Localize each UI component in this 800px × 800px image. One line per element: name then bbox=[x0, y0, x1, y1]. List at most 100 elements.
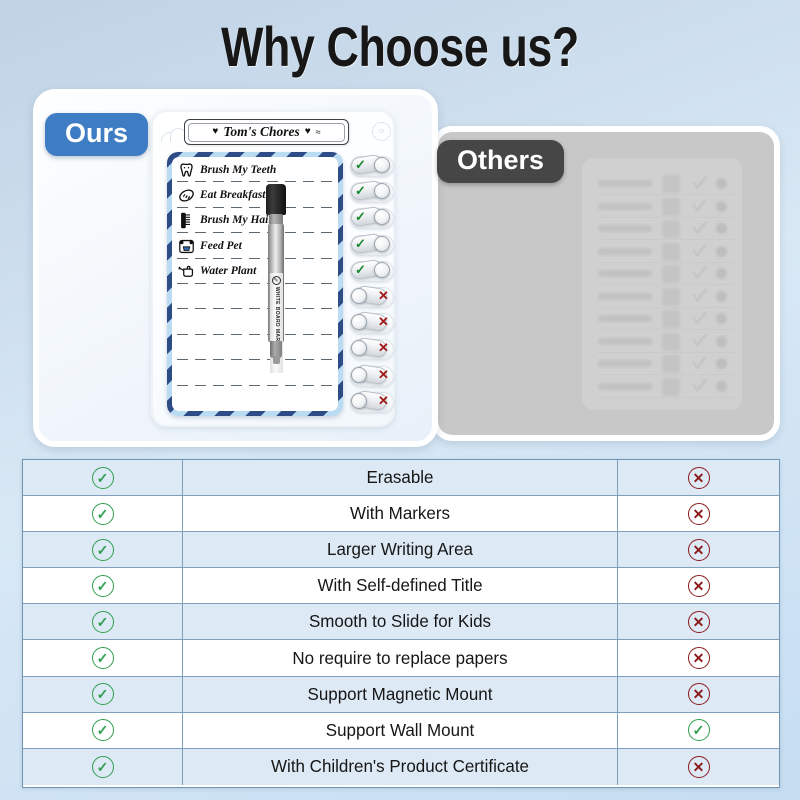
chore-slider-toggle[interactable]: ✓ bbox=[349, 153, 395, 180]
others-blurred-icon bbox=[662, 197, 680, 216]
slider-knob[interactable] bbox=[351, 287, 367, 304]
slider-knob[interactable] bbox=[374, 157, 390, 173]
others-blurred-dot bbox=[716, 380, 727, 392]
heart-icon: ♥ bbox=[212, 126, 219, 137]
feature-label: No require to replace papers bbox=[292, 647, 508, 668]
cross-circle-icon: ✕ bbox=[687, 610, 710, 633]
slider-knob[interactable] bbox=[351, 314, 367, 331]
ours-cell: ✓ bbox=[23, 676, 183, 712]
chore-row[interactable] bbox=[172, 335, 338, 361]
others-blurred-icon bbox=[662, 265, 680, 283]
chore-row[interactable]: Eat Breakfast bbox=[172, 182, 338, 209]
others-blurred-mark bbox=[692, 378, 708, 393]
table-row: ✓ Erasable ✕ bbox=[23, 460, 779, 497]
others-blurred-dot bbox=[716, 268, 727, 279]
chore-slider-toggle[interactable]: ✕ bbox=[349, 389, 395, 416]
feature-label: With Self-defined Title bbox=[317, 575, 483, 596]
chore-slider-toggle[interactable]: ✓ bbox=[349, 258, 395, 285]
others-blurred-text bbox=[598, 315, 652, 322]
check-circle-icon: ✓ bbox=[91, 466, 114, 489]
squiggle-icon: ≈ bbox=[315, 126, 321, 137]
others-blurred-board bbox=[582, 158, 742, 410]
others-blurred-row bbox=[596, 219, 736, 240]
ours-cell: ✓ bbox=[23, 532, 183, 568]
others-cell: ✕ bbox=[617, 532, 779, 568]
others-blurred-row bbox=[596, 309, 736, 330]
ours-badge: Ours bbox=[45, 113, 149, 156]
chore-slider-toggle[interactable]: ✓ bbox=[349, 179, 395, 206]
comb-icon bbox=[177, 211, 196, 229]
chore-label: Water Plant bbox=[200, 265, 257, 278]
chore-row[interactable] bbox=[172, 284, 338, 310]
others-blurred-dot bbox=[716, 358, 727, 369]
others-blurred-mark bbox=[692, 198, 708, 213]
slider-cross-icon: ✕ bbox=[378, 287, 389, 303]
cross-circle-icon: ✕ bbox=[687, 683, 710, 706]
ours-cell: ✓ bbox=[23, 604, 183, 640]
others-blurred-text bbox=[598, 382, 652, 390]
chore-row[interactable] bbox=[172, 386, 338, 411]
chore-row[interactable]: Brush My Teeth bbox=[172, 157, 338, 183]
others-blurred-icon bbox=[662, 242, 680, 261]
feature-label: Support Magnetic Mount bbox=[307, 683, 493, 704]
slider-cross-icon: ✕ bbox=[378, 366, 389, 382]
chore-row[interactable] bbox=[172, 309, 338, 336]
slider-cross-icon: ✕ bbox=[378, 392, 389, 408]
chore-slider-toggle[interactable]: ✕ bbox=[349, 363, 395, 390]
slider-check-icon: ✓ bbox=[355, 235, 366, 251]
others-blurred-text bbox=[598, 202, 652, 210]
others-blurred-mark bbox=[692, 221, 708, 235]
table-row: ✓ Support Wall Mount ✓ bbox=[23, 712, 779, 749]
others-blurred-text bbox=[598, 247, 652, 255]
others-blurred-text bbox=[598, 225, 652, 232]
chore-icon-empty bbox=[177, 364, 196, 382]
cross-circle-icon: ✕ bbox=[687, 647, 710, 670]
others-blurred-row bbox=[596, 377, 736, 398]
check-circle-icon: ✓ bbox=[91, 755, 114, 778]
slider-knob[interactable] bbox=[374, 261, 390, 278]
ours-cell: ✓ bbox=[23, 712, 183, 748]
slider-check-icon: ✓ bbox=[355, 261, 366, 277]
chore-list-frame: Brush My Teeth Eat Breakfast Brush My Hair… bbox=[167, 152, 343, 416]
slider-knob[interactable] bbox=[351, 392, 367, 409]
check-circle-icon: ✓ bbox=[91, 538, 114, 561]
others-blurred-dot bbox=[716, 290, 727, 302]
slider-knob[interactable] bbox=[351, 366, 367, 383]
others-blurred-icon bbox=[662, 377, 680, 396]
chore-slider-toggle[interactable]: ✓ bbox=[349, 206, 395, 232]
others-blurred-row bbox=[596, 242, 736, 263]
ours-cell: ✓ bbox=[23, 640, 183, 676]
feature-label: With Markers bbox=[350, 503, 450, 524]
whiteboard-marker-pen[interactable]: ✎ WHITE BOARD MARKER bbox=[265, 184, 287, 373]
others-blurred-row bbox=[596, 174, 736, 195]
chore-slider-toggle[interactable]: ✕ bbox=[349, 336, 395, 363]
bread-icon bbox=[177, 186, 196, 204]
check-circle-icon: ✓ bbox=[91, 647, 114, 670]
board-title-plate[interactable]: ♥ Tom's Chores ♥ ≈ bbox=[184, 119, 349, 145]
others-blurred-row bbox=[596, 332, 736, 353]
pen-tip bbox=[270, 341, 282, 364]
chore-slider-toggle[interactable]: ✓ bbox=[349, 232, 395, 259]
watering-can-icon bbox=[177, 262, 196, 280]
chore-slider-toggle[interactable]: ✕ bbox=[349, 284, 395, 311]
chore-row[interactable] bbox=[172, 360, 338, 386]
others-blurred-dot bbox=[716, 335, 727, 347]
others-blurred-icon bbox=[662, 310, 680, 328]
pen-body: ✎ WHITE BOARD MARKER bbox=[268, 224, 284, 373]
others-blurred-icon bbox=[662, 220, 680, 238]
others-cell: ✕ bbox=[617, 676, 779, 712]
slider-knob[interactable] bbox=[374, 235, 390, 252]
chore-slider-toggle[interactable]: ✕ bbox=[349, 310, 395, 337]
chore-row[interactable]: Brush My Hair bbox=[172, 208, 338, 234]
others-blurred-mark bbox=[692, 311, 708, 325]
comparison-table: ✓ Erasable ✕ ✓ With Markers ✕ ✓ Larger Writing … bbox=[22, 459, 780, 788]
board-title: Tom's Chores bbox=[223, 124, 300, 139]
chore-row[interactable]: Water Plant bbox=[172, 259, 338, 285]
chore-label: Brush My Hair bbox=[200, 214, 273, 227]
others-blurred-text bbox=[598, 337, 652, 345]
others-blurred-dot bbox=[716, 245, 727, 257]
others-blurred-text bbox=[598, 270, 652, 277]
cross-circle-icon: ✕ bbox=[687, 574, 710, 597]
chore-row[interactable]: Feed Pet bbox=[172, 233, 338, 259]
chore-icon-empty bbox=[177, 313, 196, 331]
